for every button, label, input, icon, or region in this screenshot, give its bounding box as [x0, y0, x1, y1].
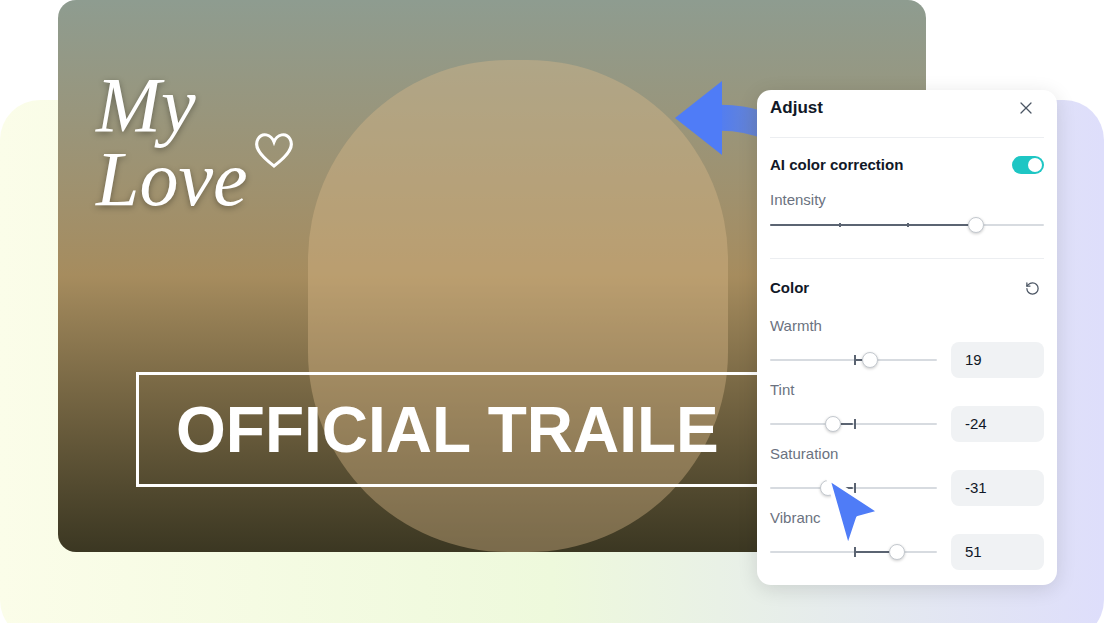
page: My Love OFFICIAL TRAILE Adjust AI color cor… — [0, 0, 1104, 623]
close-icon[interactable] — [1016, 98, 1036, 118]
slider-thumb[interactable] — [889, 544, 905, 560]
slider-thumb[interactable] — [862, 352, 878, 368]
slider-label: Saturation — [770, 444, 1044, 464]
value-field[interactable]: 19 — [951, 342, 1044, 378]
slider-thumb[interactable] — [825, 416, 841, 432]
slider-label: Tint — [770, 380, 1044, 400]
adjust-panel: Adjust AI color correction Intensity Color W… — [757, 90, 1057, 585]
slider[interactable] — [770, 217, 1044, 233]
value-field[interactable]: -31 — [951, 470, 1044, 506]
ai-correction-label: AI color correction — [770, 154, 903, 176]
divider — [770, 137, 1044, 138]
slider-row: 19 — [770, 342, 1044, 378]
color-header: Color — [770, 277, 1044, 299]
ai-correction-row: AI color correction — [770, 138, 1044, 176]
slider-tick — [907, 223, 909, 227]
intensity-slider-wrap — [770, 217, 1044, 233]
slider-center-tick — [854, 419, 856, 429]
slider[interactable] — [770, 352, 937, 368]
photo-glow — [308, 60, 728, 552]
heart-icon — [252, 130, 296, 170]
toggle-knob — [1028, 158, 1042, 172]
script-title[interactable]: My Love — [96, 68, 296, 216]
slider-wrap — [770, 416, 937, 432]
slider-center-tick — [854, 547, 856, 557]
slider-label: Vibranc — [770, 508, 1044, 528]
ai-correction-section: AI color correction Intensity — [757, 138, 1057, 233]
slider-thumb[interactable] — [968, 217, 984, 233]
divider — [770, 258, 1044, 259]
slider-wrap — [770, 352, 937, 368]
slider-tick — [839, 223, 841, 227]
color-slider: Tint -24 — [770, 380, 1044, 442]
ai-correction-toggle[interactable] — [1012, 156, 1044, 174]
color-slider: Vibranc 51 — [770, 508, 1044, 570]
slider-center-tick — [854, 355, 856, 365]
reset-icon[interactable] — [1025, 281, 1040, 296]
slider[interactable] — [770, 416, 937, 432]
value-field[interactable]: -24 — [951, 406, 1044, 442]
slider-fill — [770, 224, 976, 226]
slider-row: -31 — [770, 470, 1044, 506]
title-text: OFFICIAL TRAILE — [176, 398, 719, 462]
slider-row: -24 — [770, 406, 1044, 442]
cursor-icon — [822, 472, 886, 556]
value-field[interactable]: 51 — [951, 534, 1044, 570]
color-slider: Warmth 19 — [770, 316, 1044, 378]
slider-row: 51 — [770, 534, 1044, 570]
slider-wrap — [770, 544, 937, 560]
panel-title: Adjust — [770, 96, 823, 120]
slider-label: Warmth — [770, 316, 1044, 336]
slider-center-tick — [854, 483, 856, 493]
panel-header: Adjust — [757, 90, 1057, 137]
slider[interactable] — [770, 544, 937, 560]
color-slider: Saturation -31 — [770, 444, 1044, 506]
intensity-label: Intensity — [770, 190, 1044, 210]
color-sliders: Warmth 19Tint -24Saturation -31Vibranc 51 — [770, 316, 1044, 570]
color-section: Color Warmth 19Tint -24Saturation -31Vibranc… — [757, 277, 1057, 570]
color-title: Color — [770, 277, 809, 299]
